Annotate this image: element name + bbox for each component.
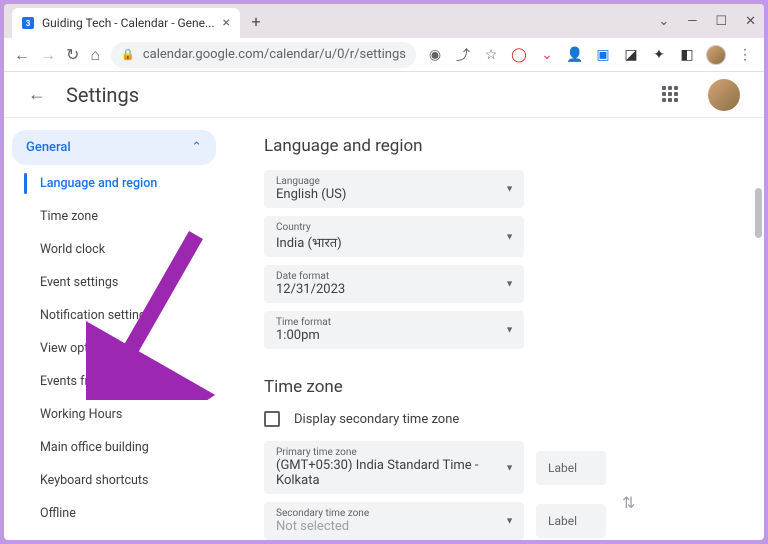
- sidebar-item-events-gmail[interactable]: Events from Gmail: [4, 365, 224, 398]
- display-secondary-label: Display secondary time zone: [294, 412, 459, 427]
- app-header: ← Settings: [4, 72, 764, 118]
- forward-button[interactable]: →: [40, 46, 56, 64]
- extension-icon-2[interactable]: 👤: [566, 46, 584, 64]
- sidebar-item-time-zone[interactable]: Time zone: [4, 200, 224, 233]
- caret-down-icon: ▼: [505, 516, 514, 527]
- chevron-down-icon[interactable]: ⌄: [658, 14, 669, 29]
- minimize-button[interactable]: —: [687, 14, 697, 29]
- scrollbar[interactable]: [755, 188, 762, 238]
- extension-icon-1[interactable]: ◯: [510, 46, 528, 64]
- date-format-dropdown[interactable]: Date format 12/31/2023 ▼: [264, 265, 524, 303]
- extensions-icon[interactable]: ✦: [650, 46, 668, 64]
- extension-icon-5[interactable]: ◧: [678, 46, 696, 64]
- new-tab-button[interactable]: +: [244, 9, 268, 33]
- menu-icon[interactable]: ⋮: [736, 46, 754, 64]
- language-dropdown[interactable]: Language English (US) ▼: [264, 170, 524, 208]
- google-apps-icon[interactable]: [662, 86, 680, 104]
- calendar-favicon: 3: [22, 17, 34, 29]
- back-button[interactable]: ←: [14, 46, 30, 64]
- primary-timezone-dropdown[interactable]: Primary time zone (GMT+05:30) India Stan…: [264, 441, 524, 494]
- eye-icon[interactable]: ◉: [426, 46, 444, 64]
- home-button[interactable]: ⌂: [89, 46, 101, 64]
- extension-icon-3[interactable]: ▣: [594, 46, 612, 64]
- display-secondary-checkbox[interactable]: [264, 411, 280, 427]
- pocket-icon[interactable]: ⌄: [538, 46, 556, 64]
- profile-avatar-small[interactable]: [706, 45, 726, 65]
- sidebar-item-working-hours[interactable]: Working Hours: [4, 398, 224, 431]
- secondary-timezone-dropdown[interactable]: Secondary time zone Not selected ▼: [264, 502, 524, 540]
- extension-icon-4[interactable]: ◪: [622, 46, 640, 64]
- sidebar-item-world-clock[interactable]: World clock: [4, 233, 224, 266]
- url-text: calendar.google.com/calendar/u/0/r/setti…: [143, 47, 406, 62]
- section-title-timezone: Time zone: [264, 377, 724, 397]
- caret-down-icon: ▼: [505, 184, 514, 195]
- sidebar-item-main-office[interactable]: Main office building: [4, 431, 224, 464]
- tab-title: Guiding Tech - Calendar - Gene...: [42, 16, 215, 30]
- address-bar: ← → ↻ ⌂ 🔒 calendar.google.com/calendar/u…: [4, 38, 764, 72]
- section-title-language-region: Language and region: [264, 136, 724, 156]
- sidebar-item-event-settings[interactable]: Event settings: [4, 266, 224, 299]
- sidebar-item-view-options[interactable]: View options: [4, 332, 224, 365]
- star-icon[interactable]: ☆: [482, 46, 500, 64]
- country-dropdown[interactable]: Country India (भारत) ▼: [264, 216, 524, 257]
- share-icon[interactable]: ⤴: [454, 46, 472, 64]
- sidebar-add-calendar[interactable]: Add calendar ⌄: [12, 532, 216, 540]
- caret-down-icon: ▼: [505, 325, 514, 336]
- close-window-button[interactable]: ✕: [745, 14, 756, 29]
- caret-down-icon: ▼: [505, 279, 514, 290]
- chevron-up-icon: ⌃: [191, 140, 202, 155]
- reload-button[interactable]: ↻: [66, 46, 79, 64]
- tab-close-icon[interactable]: ×: [223, 15, 230, 31]
- time-format-dropdown[interactable]: Time format 1:00pm ▼: [264, 311, 524, 349]
- settings-main: Language and region Language English (US…: [224, 118, 764, 540]
- browser-titlebar: 3 Guiding Tech - Calendar - Gene... × + …: [4, 4, 764, 38]
- url-input[interactable]: 🔒 calendar.google.com/calendar/u/0/r/set…: [111, 42, 416, 68]
- caret-down-icon: ▼: [505, 462, 514, 473]
- caret-down-icon: ▼: [505, 231, 514, 242]
- account-avatar[interactable]: [708, 79, 740, 111]
- settings-sidebar: General ⌃ Language and region Time zone …: [4, 118, 224, 540]
- maximize-button[interactable]: ☐: [715, 14, 727, 29]
- sidebar-item-language-region[interactable]: Language and region: [4, 167, 224, 200]
- browser-tab[interactable]: 3 Guiding Tech - Calendar - Gene... ×: [12, 8, 240, 38]
- primary-label-input[interactable]: Label: [536, 451, 606, 485]
- page-title: Settings: [66, 83, 139, 107]
- sidebar-item-notification-settings[interactable]: Notification settings: [4, 299, 224, 332]
- swap-icon[interactable]: ⇅: [622, 493, 635, 512]
- sidebar-item-offline[interactable]: Offline: [4, 497, 224, 530]
- lock-icon: 🔒: [121, 48, 135, 61]
- back-arrow-icon[interactable]: ←: [28, 84, 46, 105]
- sidebar-item-keyboard-shortcuts[interactable]: Keyboard shortcuts: [4, 464, 224, 497]
- sidebar-section-general[interactable]: General ⌃: [12, 130, 216, 165]
- secondary-label-input[interactable]: Label: [536, 504, 606, 538]
